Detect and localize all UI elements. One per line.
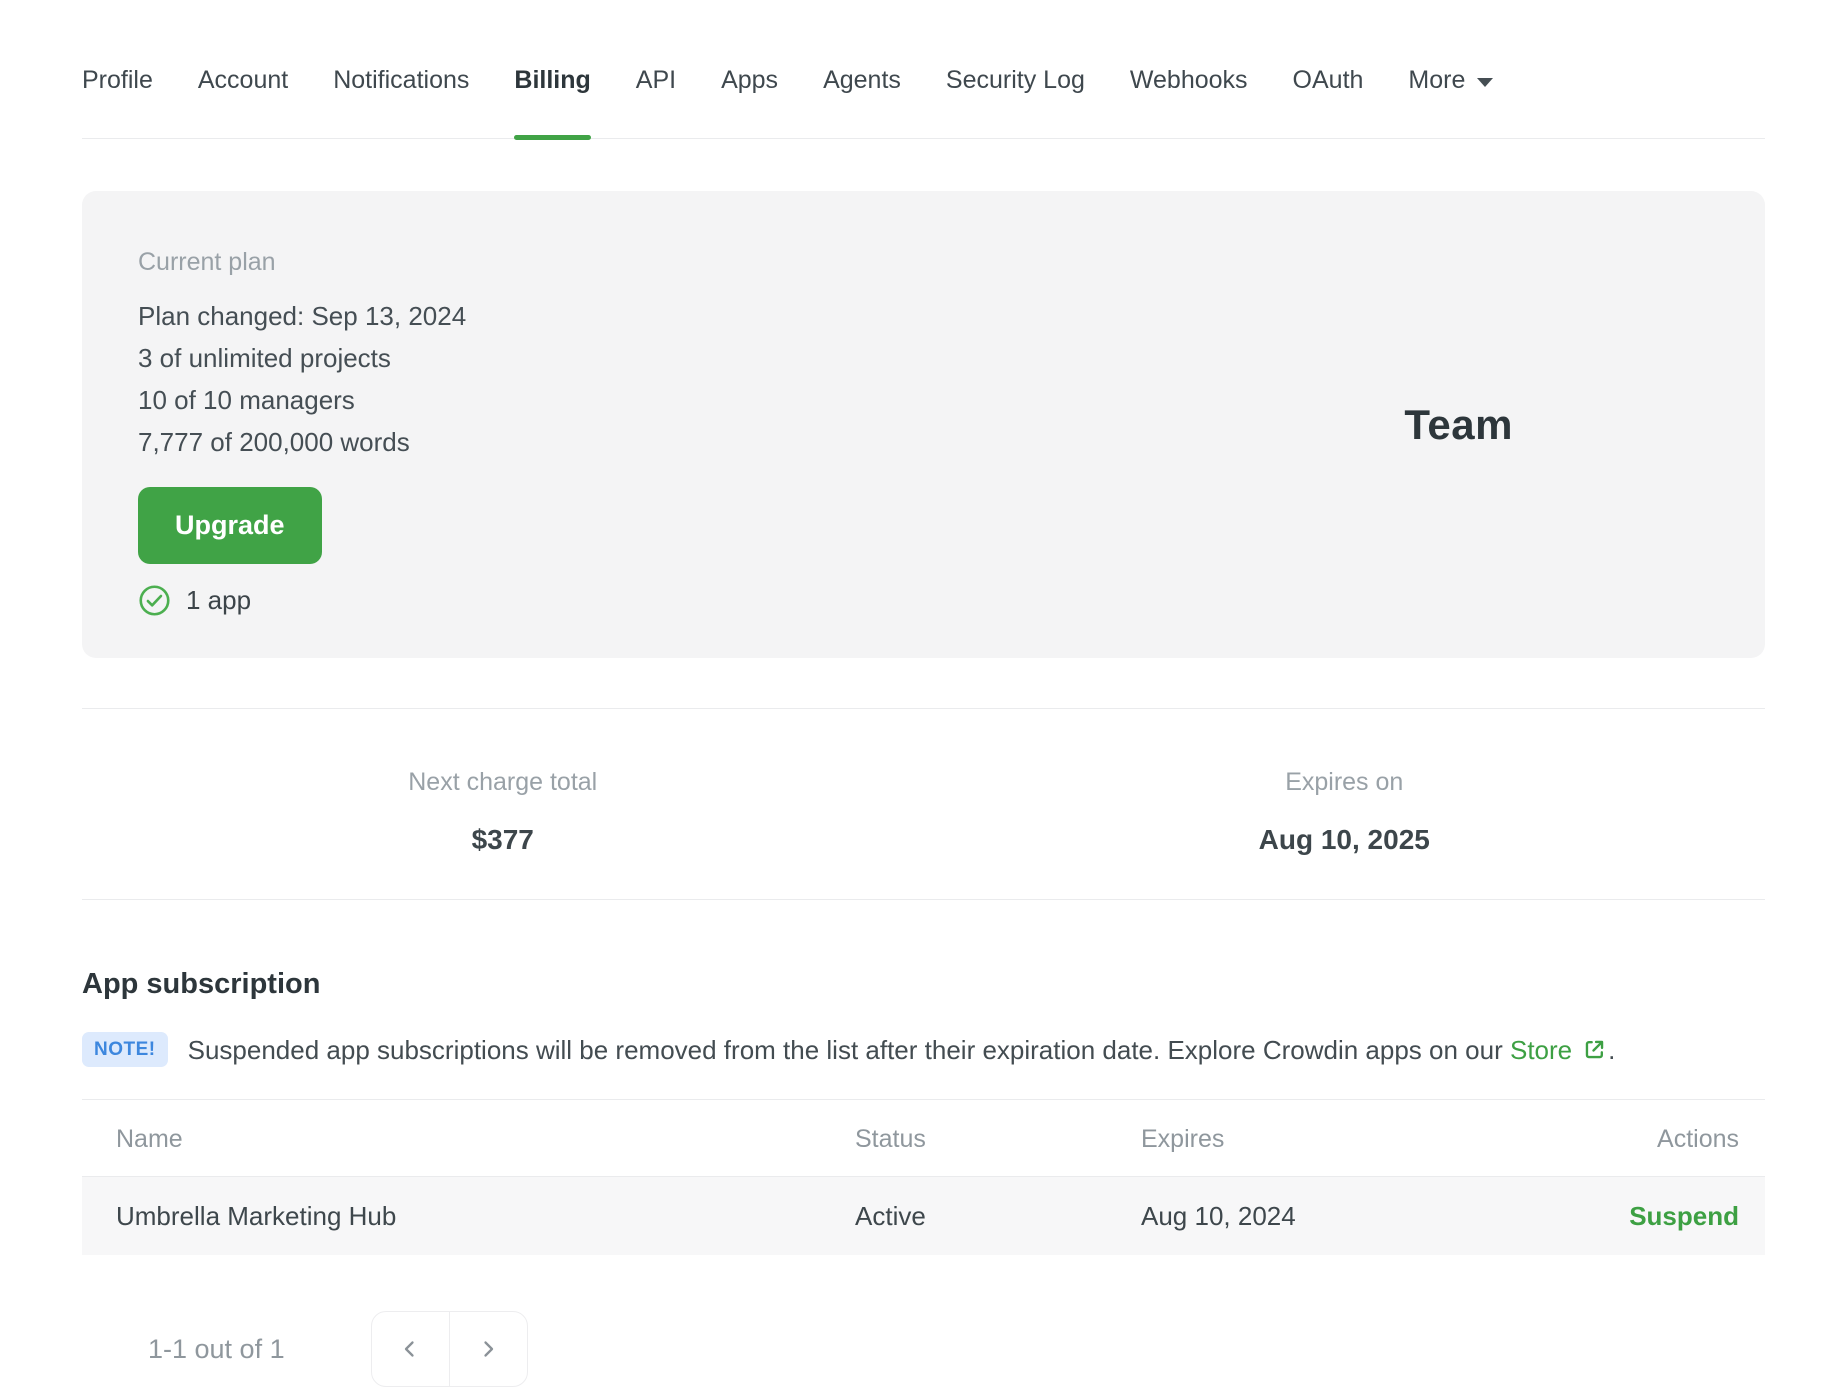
chevron-left-icon <box>404 1341 414 1357</box>
billing-summary: Next charge total $377 Expires on Aug 10… <box>82 708 1765 900</box>
app-subscription-title: App subscription <box>82 968 321 1000</box>
tab-webhooks[interactable]: Webhooks <box>1130 64 1248 138</box>
subscription-name: Umbrella Marketing Hub <box>116 1200 397 1231</box>
plan-changed-date: Plan changed: Sep 13, 2024 <box>138 301 467 331</box>
suspend-action-link[interactable]: Suspend <box>1629 1201 1739 1231</box>
next-page-button[interactable] <box>448 1311 528 1387</box>
tab-account[interactable]: Account <box>198 64 288 138</box>
column-header-status: Status <box>855 1125 926 1153</box>
column-header-expires: Expires <box>1141 1125 1225 1153</box>
plan-apps-row: 1 app <box>138 584 1709 616</box>
subscription-status: Active <box>855 1200 926 1231</box>
settings-tab-bar: Profile Account Notifications Billing AP… <box>82 0 1765 140</box>
chevron-down-icon <box>1477 77 1494 87</box>
app-subscriptions-table: Name Status Expires Actions Umbrella Mar… <box>82 1099 1765 1255</box>
tab-security-log[interactable]: Security Log <box>946 64 1085 138</box>
tab-profile[interactable]: Profile <box>82 64 153 138</box>
current-plan-card: Current plan Plan changed: Sep 13, 2024 … <box>82 191 1765 658</box>
note-row: NOTE! Suspended app subscriptions will b… <box>82 1032 1765 1067</box>
plan-projects-usage: 3 of unlimited projects <box>138 343 391 373</box>
tab-agents[interactable]: Agents <box>823 64 901 138</box>
current-plan-label: Current plan <box>138 248 276 276</box>
table-row: Umbrella Marketing Hub Active Aug 10, 20… <box>82 1177 1765 1255</box>
pagination-label: 1-1 out of 1 <box>148 1333 285 1364</box>
expires-on-cell: Expires on Aug 10, 2025 <box>924 767 1766 857</box>
pagination: 1-1 out of 1 <box>82 1311 1765 1387</box>
note-badge: NOTE! <box>82 1032 168 1067</box>
table-header-row: Name Status Expires Actions <box>82 1100 1765 1177</box>
tab-oauth[interactable]: OAuth <box>1293 64 1364 138</box>
upgrade-button[interactable]: Upgrade <box>138 487 322 564</box>
tab-more[interactable]: More <box>1408 64 1494 138</box>
next-charge-cell: Next charge total $377 <box>82 767 924 857</box>
plan-apps-count: 1 app <box>186 584 252 615</box>
next-charge-label: Next charge total <box>408 768 598 796</box>
plan-name: Team <box>1404 400 1513 448</box>
expires-on-label: Expires on <box>1285 768 1404 796</box>
previous-page-button[interactable] <box>370 1311 450 1387</box>
chevron-right-icon <box>484 1341 494 1357</box>
check-circle-icon <box>139 584 170 616</box>
note-text-before: Suspended app subscriptions will be remo… <box>187 1034 1510 1065</box>
tab-more-label: More <box>1408 66 1466 94</box>
tab-apps[interactable]: Apps <box>721 64 778 138</box>
tab-notifications[interactable]: Notifications <box>333 64 469 138</box>
note-text: Suspended app subscriptions will be remo… <box>188 1033 1616 1067</box>
column-header-actions: Actions <box>1657 1125 1739 1153</box>
store-link[interactable]: Store <box>1510 1035 1572 1065</box>
column-header-name: Name <box>116 1125 183 1153</box>
billing-settings-page: Profile Account Notifications Billing AP… <box>0 0 1847 1387</box>
pager-button-group <box>370 1311 528 1387</box>
tab-billing[interactable]: Billing <box>514 64 592 140</box>
tab-api[interactable]: API <box>636 64 676 138</box>
expires-on-value: Aug 10, 2025 <box>1258 824 1430 855</box>
note-text-after: . <box>1608 1034 1616 1065</box>
subscription-expires: Aug 10, 2024 <box>1141 1200 1296 1231</box>
external-link-icon <box>1585 1040 1604 1058</box>
next-charge-value: $377 <box>471 824 534 855</box>
